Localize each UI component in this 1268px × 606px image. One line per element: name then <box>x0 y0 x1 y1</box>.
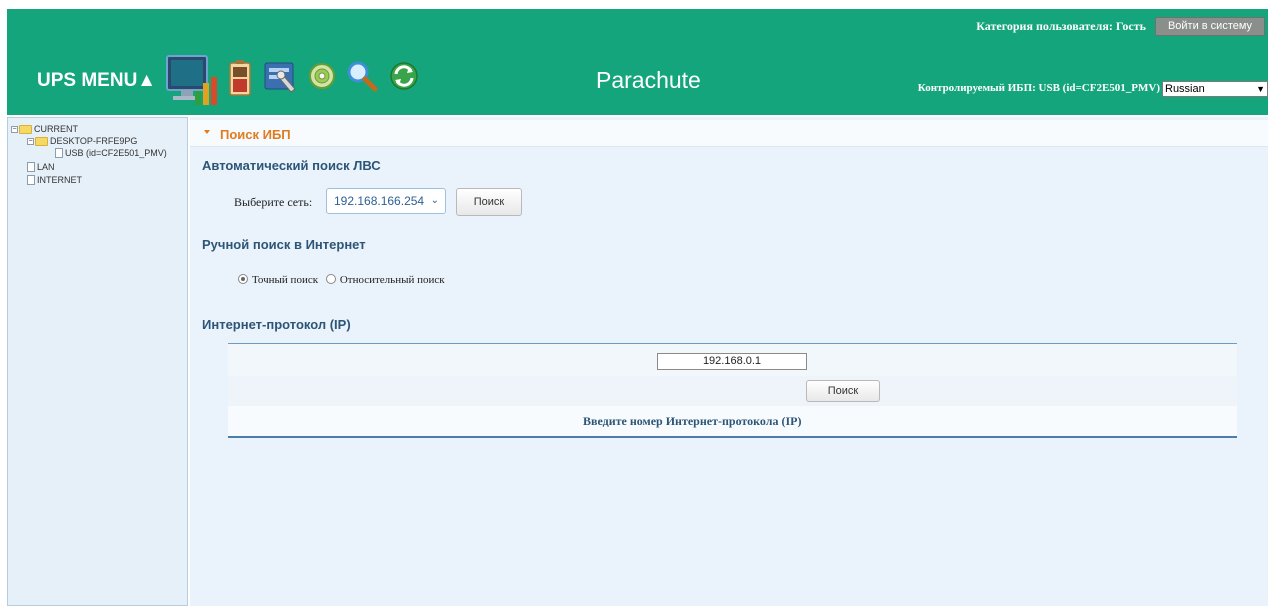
network-value: 192.168.166.254 <box>334 194 425 208</box>
language-value: Russian <box>1165 83 1205 95</box>
refresh-icon[interactable] <box>387 59 421 93</box>
page-title-bar: Поиск ИБП <box>190 120 1268 147</box>
ip-input-row: 192.168.0.1 <box>228 344 1237 376</box>
tree-label: INTERNET <box>37 175 82 185</box>
tree-node-host[interactable]: − DESKTOP-FRFE9PG <box>27 136 137 146</box>
magnifier-icon[interactable] <box>345 59 379 93</box>
document-icon <box>27 162 35 172</box>
caret-down-icon <box>204 130 210 134</box>
sidebar-tree-panel: − CURRENT − DESKTOP-FRFE9PG USB (id=CF2E… <box>7 117 188 606</box>
exact-search-radio[interactable] <box>238 274 248 284</box>
battery-icon[interactable] <box>227 59 255 99</box>
collapse-icon[interactable]: − <box>27 137 34 145</box>
manual-search-heading: Ручной поиск в Интернет <box>202 237 366 252</box>
document-icon <box>55 148 63 158</box>
ip-search-panel: 192.168.0.1 Введите номер Интернет-прото… <box>228 343 1237 438</box>
product-name: Parachute <box>596 67 701 93</box>
user-category-text: Категория пользователя: Гость <box>976 19 1146 33</box>
tree-node-lan[interactable]: LAN <box>27 162 55 172</box>
monitor-chart-icon[interactable] <box>165 53 223 111</box>
tree-node-current[interactable]: − CURRENT <box>11 124 78 134</box>
page-title: Поиск ИБП <box>220 127 291 142</box>
top-header: Категория пользователя: Гость Войти в си… <box>7 9 1268 115</box>
ip-action-row: Введите номер Интернет-протокола (IP) По… <box>228 376 1237 428</box>
tree-node-internet[interactable]: INTERNET <box>27 175 82 185</box>
tree-label: USB (id=CF2E501_PMV) <box>65 148 167 158</box>
collapse-icon[interactable]: − <box>11 125 18 133</box>
auto-search-heading: Автоматический поиск ЛВС <box>202 158 381 173</box>
network-select[interactable]: 192.168.166.254 ⌄ <box>326 188 446 214</box>
folder-icon <box>19 124 32 134</box>
tree-node-usb[interactable]: USB (id=CF2E501_PMV) <box>55 148 167 158</box>
tree-label: CURRENT <box>34 124 78 134</box>
folder-icon <box>35 136 48 146</box>
relative-search-radio[interactable] <box>325 274 336 284</box>
chevron-down-icon: ▼ <box>1256 84 1265 94</box>
login-button[interactable]: Войти в систему <box>1155 17 1265 36</box>
exact-search-label[interactable]: Точный поиск <box>252 274 318 286</box>
monitored-ups-text: Контролируемый ИБП: USB (id=CF2E501_PMV) <box>917 82 1160 94</box>
ip-address-input[interactable]: 192.168.0.1 <box>657 353 807 370</box>
tree-label: DESKTOP-FRFE9PG <box>50 136 138 146</box>
ip-prompt-label: Введите номер Интернет-протокола (IP) <box>583 414 802 428</box>
settings-tools-icon[interactable] <box>263 59 299 95</box>
ip-heading: Интернет-протокол (IP) <box>202 317 351 332</box>
search-mode-group: Точный поиск Относительный поиск <box>238 274 445 286</box>
lan-search-button[interactable]: Поиск <box>456 188 522 216</box>
document-icon <box>27 175 35 185</box>
disc-icon[interactable] <box>307 61 337 91</box>
ip-search-button[interactable]: Поиск <box>806 380 880 402</box>
network-label: Выберите сеть: <box>234 195 313 209</box>
relative-search-label[interactable]: Относительный поиск <box>340 274 445 286</box>
main-content: Поиск ИБП Автоматический поиск ЛВС Выбер… <box>190 117 1268 606</box>
language-select[interactable]: Russian ▼ <box>1162 81 1268 97</box>
tree-label: LAN <box>37 162 55 172</box>
ups-menu-button[interactable]: UPS MENU▲ <box>37 70 156 92</box>
chevron-down-icon: ⌄ <box>430 195 439 206</box>
